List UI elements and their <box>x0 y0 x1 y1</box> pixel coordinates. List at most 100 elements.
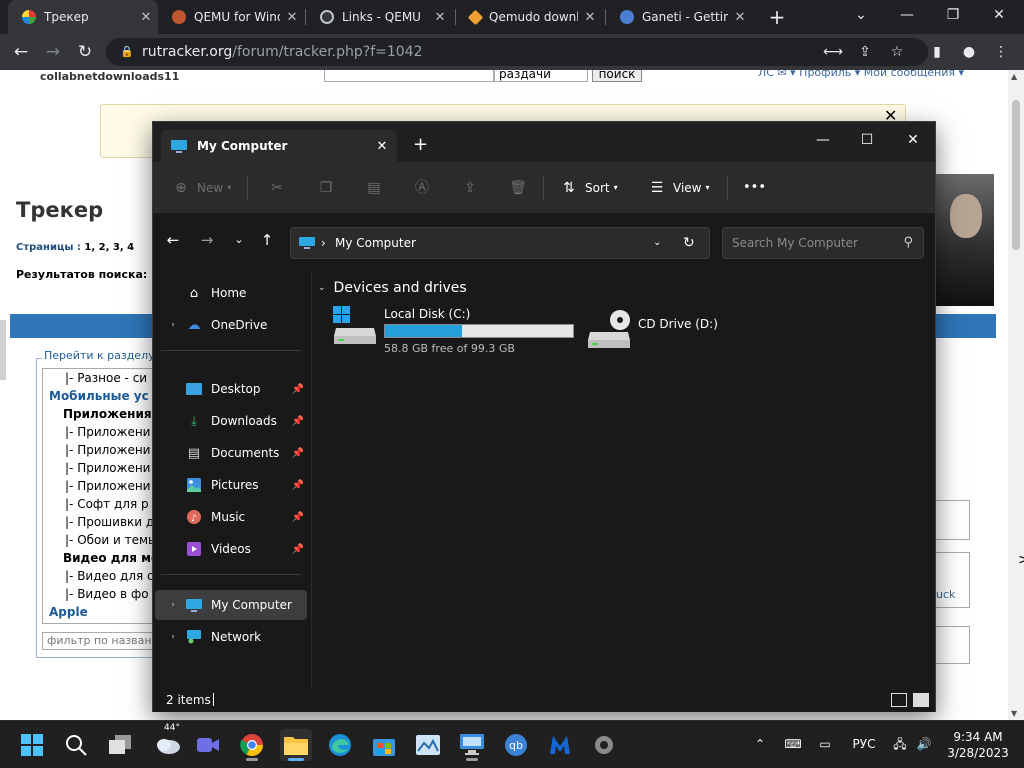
pin-icon[interactable]: 📌 <box>289 448 307 459</box>
forum-option[interactable]: |- Приложени <box>43 423 153 441</box>
edge-button[interactable] <box>324 729 356 761</box>
nav-my-computer[interactable]: › My Computer <box>155 590 307 620</box>
back-icon[interactable]: ← <box>161 228 185 252</box>
forum-option[interactable]: |- Обои и темы <box>43 531 153 549</box>
close-tab-icon[interactable]: ✕ <box>134 10 158 25</box>
nav-music[interactable]: ♪ Music 📌 <box>155 502 307 532</box>
forward-icon[interactable]: → <box>195 228 219 252</box>
settings-button[interactable] <box>588 729 620 761</box>
malwarebytes-button[interactable] <box>544 729 576 761</box>
chevron-right-icon[interactable]: › <box>163 320 183 330</box>
chevron-right-icon[interactable]: › <box>163 600 183 610</box>
close-tab-icon[interactable]: ✕ <box>728 10 752 25</box>
forum-select-list[interactable]: |- Разное - си Мобильные ус Приложения |- П… <box>42 368 154 624</box>
page-scrollbar[interactable]: ▲ ▼ <box>1008 70 1024 720</box>
address-bar[interactable]: 🔒 rutracker.org/forum/tracker.php?f=1042 … <box>106 38 928 66</box>
file-explorer-button[interactable] <box>280 729 312 761</box>
share-button[interactable]: ⇪ <box>460 176 480 200</box>
user-links[interactable]: ЛС ✉ ▾ Профиль ▾ Мои сообщения ▾ <box>758 70 964 79</box>
share-icon[interactable]: ⇪ <box>854 41 876 63</box>
translate-icon[interactable]: ⟷ <box>822 41 844 63</box>
chrome-menu-icon[interactable]: ⋮ <box>990 41 1012 63</box>
volume-icon[interactable]: 🔊 <box>914 733 934 755</box>
chevron-down-icon[interactable]: ⌄ <box>653 228 661 258</box>
forum-option[interactable]: Apple Macint <box>43 621 153 623</box>
forum-option[interactable]: |- Прошивки д <box>43 513 153 531</box>
page-links[interactable]: 1, 2, 3, 4 <box>84 242 134 253</box>
network-status-icon[interactable]: 🖧 <box>890 733 910 755</box>
close-tab-icon[interactable]: ✕ <box>428 10 452 25</box>
show-hidden-icons-icon[interactable]: ⌃ <box>750 733 770 755</box>
site-search-input[interactable] <box>324 70 494 82</box>
nav-home[interactable]: ⌂ Home <box>155 278 307 308</box>
minimize-icon[interactable]: — <box>884 0 930 32</box>
close-tab-icon[interactable]: ✕ <box>280 10 304 25</box>
maximize-icon[interactable]: ☐ <box>845 126 889 154</box>
nav-videos[interactable]: Videos 📌 <box>155 534 307 564</box>
store-button[interactable] <box>368 729 400 761</box>
tab-links-qemu[interactable]: Links - QEMU ✕ <box>306 0 452 34</box>
large-icons-view-icon[interactable] <box>913 693 929 707</box>
pin-icon[interactable]: 📌 <box>289 512 307 523</box>
tab-tracker[interactable]: Трекер ✕ <box>8 0 158 34</box>
rename-button[interactable]: Ⓐ <box>412 176 432 200</box>
view-button[interactable]: ☰ View ▾ <box>647 176 710 200</box>
drive-cd-d[interactable]: CD Drive (D:) <box>586 310 718 350</box>
restore-icon[interactable]: ❐ <box>930 0 976 32</box>
chevron-right-icon[interactable]: › <box>163 632 183 642</box>
meet-button[interactable] <box>192 729 224 761</box>
pin-icon[interactable]: 📌 <box>289 384 307 395</box>
uck-link[interactable]: uck <box>936 588 955 601</box>
nav-desktop[interactable]: Desktop 📌 <box>155 374 307 404</box>
forum-option[interactable]: Мобильные ус <box>43 387 153 405</box>
tab-search-icon[interactable]: ⌄ <box>838 0 884 32</box>
minimize-icon[interactable]: — <box>801 126 845 154</box>
bookmark-star-icon[interactable]: ☆ <box>886 41 908 63</box>
start-button[interactable] <box>16 729 48 761</box>
nav-network[interactable]: › Network <box>155 622 307 652</box>
nav-downloads[interactable]: ⤓ Downloads 📌 <box>155 406 307 436</box>
pin-icon[interactable]: 📌 <box>289 544 307 555</box>
keyboard-icon[interactable]: ⌨ <box>782 733 804 755</box>
close-tab-icon[interactable]: ✕ <box>578 10 602 25</box>
close-window-icon[interactable]: ✕ <box>976 0 1022 32</box>
forum-option[interactable]: Видео для мо <box>43 549 153 567</box>
photos-button[interactable] <box>412 729 444 761</box>
scroll-down-icon[interactable]: ▼ <box>1011 709 1017 718</box>
reload-icon[interactable]: ↻ <box>72 39 98 65</box>
qbittorrent-button[interactable]: qb <box>500 729 532 761</box>
forum-option[interactable]: |- Разное - си <box>43 369 153 387</box>
weather-widget[interactable]: 44° <box>150 723 186 761</box>
search-button[interactable] <box>60 729 92 761</box>
clock[interactable]: 9:34 AM 3/28/2023 <box>940 729 1016 761</box>
pin-icon[interactable]: 📌 <box>289 416 307 427</box>
scroll-up-icon[interactable]: ▲ <box>1011 72 1017 81</box>
recent-locations-icon[interactable]: ⌄ <box>227 228 251 252</box>
new-tab-button[interactable]: + <box>413 134 428 155</box>
explorer-tab[interactable]: My Computer ✕ <box>161 130 397 162</box>
drive-local-disk-c[interactable]: Local Disk (C:) 58.8 GB free of 99.3 GB <box>332 306 574 355</box>
search-type-select[interactable]: раздачи <box>494 70 588 82</box>
forum-filter-input[interactable]: фильтр по назван <box>42 632 154 650</box>
remote-desktop-button[interactable] <box>456 729 488 761</box>
sort-button[interactable]: ⇅ Sort ▾ <box>559 176 618 200</box>
forum-option[interactable]: Приложения <box>43 405 153 423</box>
nav-documents[interactable]: ▤ Documents 📌 <box>155 438 307 468</box>
display-icon[interactable]: ▭ <box>814 733 836 755</box>
task-view-button[interactable] <box>104 729 136 761</box>
nav-onedrive[interactable]: › ☁ OneDrive <box>155 310 307 340</box>
cut-button[interactable]: ✂ <box>267 176 287 200</box>
username[interactable]: collabnetdownloads11 <box>40 70 179 83</box>
address-box[interactable]: › My Computer ⌄ ↻ <box>290 227 710 259</box>
side-panel-icon[interactable]: ▮ <box>926 41 948 63</box>
tab-qemu-windows[interactable]: QEMU for Wind ✕ <box>158 0 304 34</box>
forum-option[interactable]: |- Приложени <box>43 459 153 477</box>
forum-option[interactable]: |- Видео в фо <box>43 585 153 603</box>
tab-qemudo[interactable]: Qemudo downl ✕ <box>456 0 602 34</box>
delete-button[interactable]: 🗑 <box>508 176 528 200</box>
copy-button[interactable]: ❐ <box>316 176 336 200</box>
more-options-button[interactable]: ••• <box>743 176 766 200</box>
forum-option[interactable]: |- Видео для с <box>43 567 153 585</box>
nav-pictures[interactable]: Pictures 📌 <box>155 470 307 500</box>
forum-option[interactable]: |- Приложени <box>43 441 153 459</box>
